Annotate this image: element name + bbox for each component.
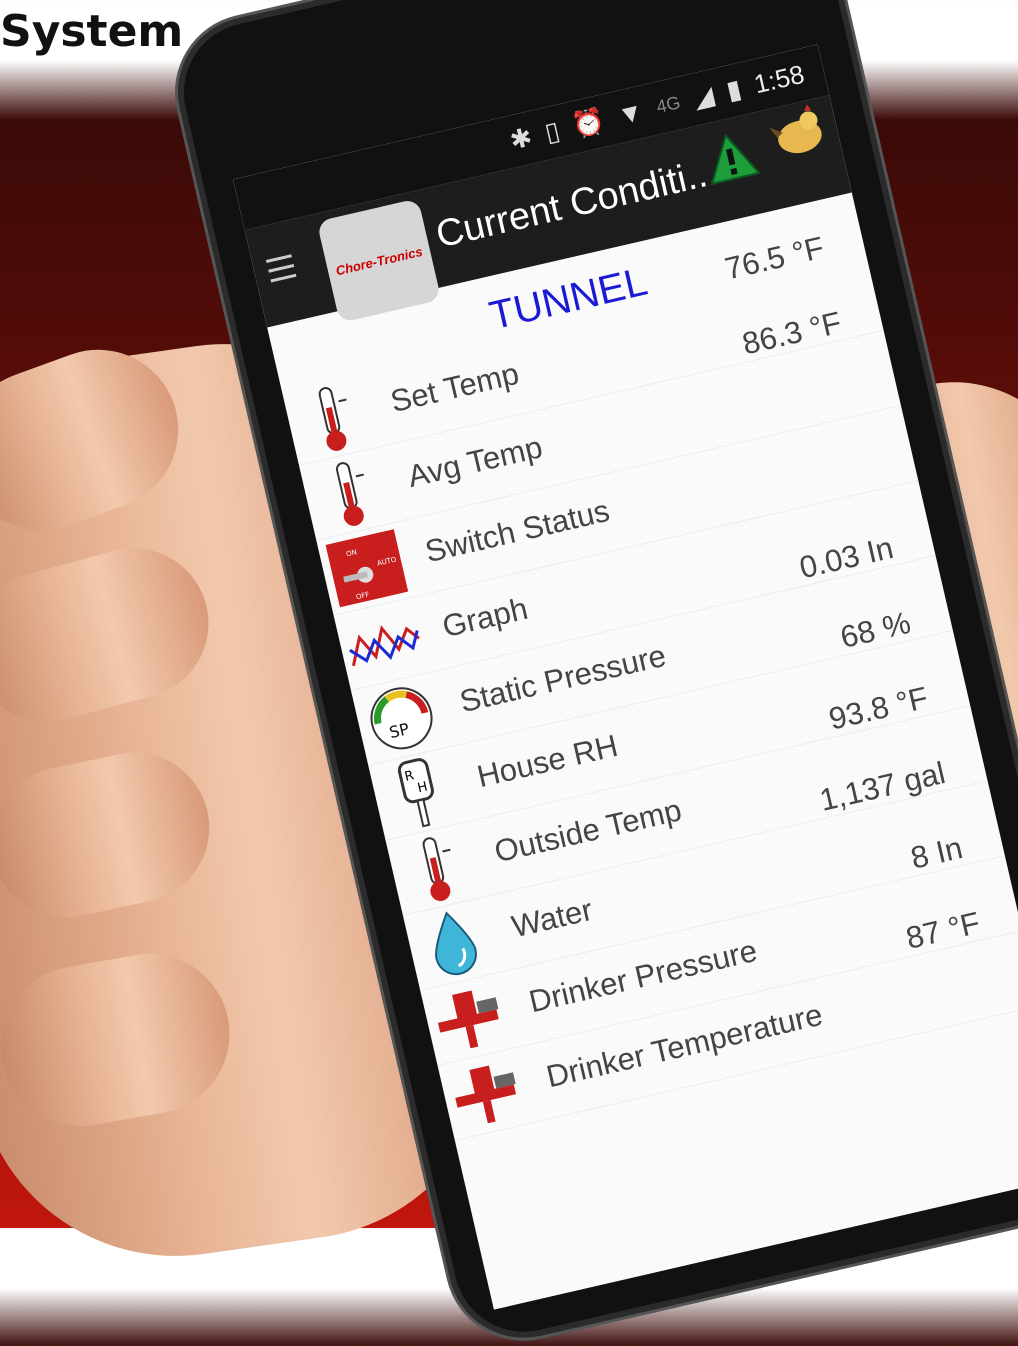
graph-icon — [340, 600, 428, 687]
thermometer-icon — [392, 825, 480, 912]
page-heading: System — [0, 6, 184, 57]
signal-icon: ◢ — [690, 79, 717, 114]
thermometer-icon — [305, 450, 393, 537]
logo-text: Chore-Tronics — [334, 243, 424, 278]
row-label: Set Temp — [387, 355, 523, 420]
water-drop-icon — [409, 900, 497, 987]
alarm-icon: ⏰ — [569, 104, 608, 142]
rooster-icon[interactable] — [763, 97, 835, 169]
status-time: 1:58 — [751, 58, 808, 100]
row-label: Avg Temp — [404, 429, 546, 495]
drinker-regulator-icon — [444, 1050, 532, 1137]
alert-icon[interactable] — [700, 128, 761, 186]
gauge-icon: SP — [357, 675, 445, 762]
row-label: Water — [508, 891, 596, 945]
hamburger-menu-icon[interactable] — [265, 254, 298, 289]
bluetooth-icon: ✱ — [506, 121, 535, 156]
thermometer-icon — [288, 375, 376, 462]
app-logo[interactable]: Chore-Tronics — [316, 198, 442, 324]
row-label: House RH — [473, 727, 621, 795]
battery-icon: ▮ — [723, 73, 745, 106]
drinker-regulator-icon — [427, 975, 515, 1062]
humidity-icon: RH — [375, 750, 463, 837]
switch-icon: ON AUTO OFF — [323, 525, 411, 612]
network-label: 4G — [654, 92, 683, 117]
vibrate-icon: ▯ — [541, 115, 563, 148]
wifi-icon: ▼ — [614, 95, 647, 131]
row-label: Graph — [439, 590, 531, 645]
